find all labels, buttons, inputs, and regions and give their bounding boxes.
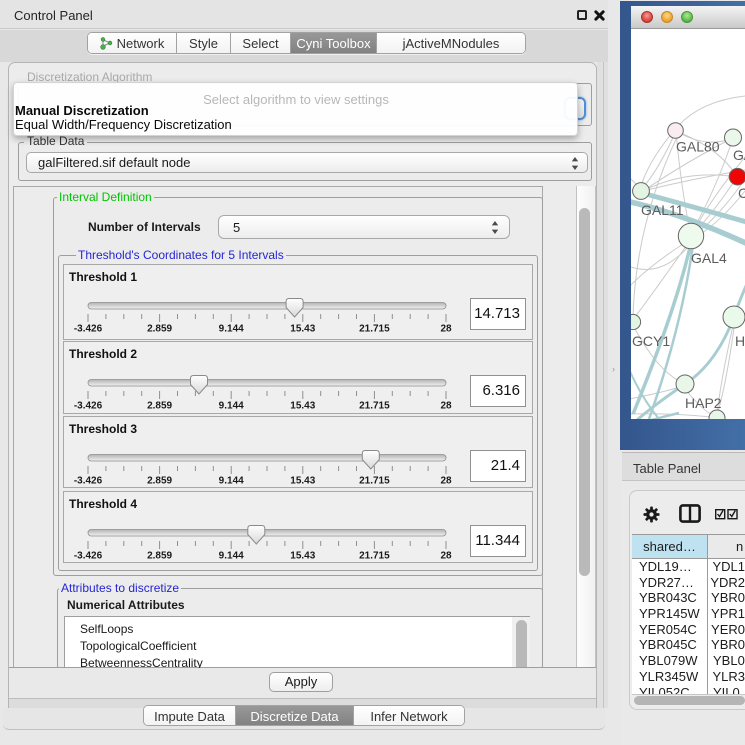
svg-text:15.43: 15.43 <box>290 551 315 562</box>
svg-text:-3.426: -3.426 <box>74 476 103 487</box>
svg-text:9.144: 9.144 <box>219 476 244 487</box>
svg-text:28: 28 <box>440 401 452 412</box>
svg-text:9.144: 9.144 <box>219 551 244 562</box>
svg-text:21.715: 21.715 <box>359 324 390 335</box>
svg-text:-3.426: -3.426 <box>74 401 103 412</box>
svg-text:GCY1: GCY1 <box>632 333 670 349</box>
svg-text:-3.426: -3.426 <box>74 324 103 335</box>
svg-text:21.715: 21.715 <box>359 476 390 487</box>
svg-text:C: C <box>738 185 745 201</box>
svg-text:21.715: 21.715 <box>359 401 390 412</box>
svg-text:15.43: 15.43 <box>290 401 315 412</box>
svg-text:9.144: 9.144 <box>219 401 244 412</box>
svg-text:-3.426: -3.426 <box>74 551 103 562</box>
svg-text:2.859: 2.859 <box>147 551 172 562</box>
svg-text:9.144: 9.144 <box>219 324 244 335</box>
svg-text:GAL11: GAL11 <box>641 202 684 218</box>
svg-text:H: H <box>735 333 745 349</box>
svg-text:21.715: 21.715 <box>359 551 390 562</box>
svg-text:2.859: 2.859 <box>147 401 172 412</box>
svg-text:GAL80: GAL80 <box>676 139 720 155</box>
svg-text:15.43: 15.43 <box>290 324 315 335</box>
svg-text:2.859: 2.859 <box>147 324 172 335</box>
svg-text:15.43: 15.43 <box>290 476 315 487</box>
svg-text:2.859: 2.859 <box>147 476 172 487</box>
svg-text:28: 28 <box>440 324 452 335</box>
svg-text:GAL4: GAL4 <box>691 250 727 266</box>
svg-text:GA: GA <box>733 147 745 163</box>
svg-text:28: 28 <box>440 551 452 562</box>
svg-text:28: 28 <box>440 476 452 487</box>
svg-text:HAP2: HAP2 <box>685 395 722 411</box>
